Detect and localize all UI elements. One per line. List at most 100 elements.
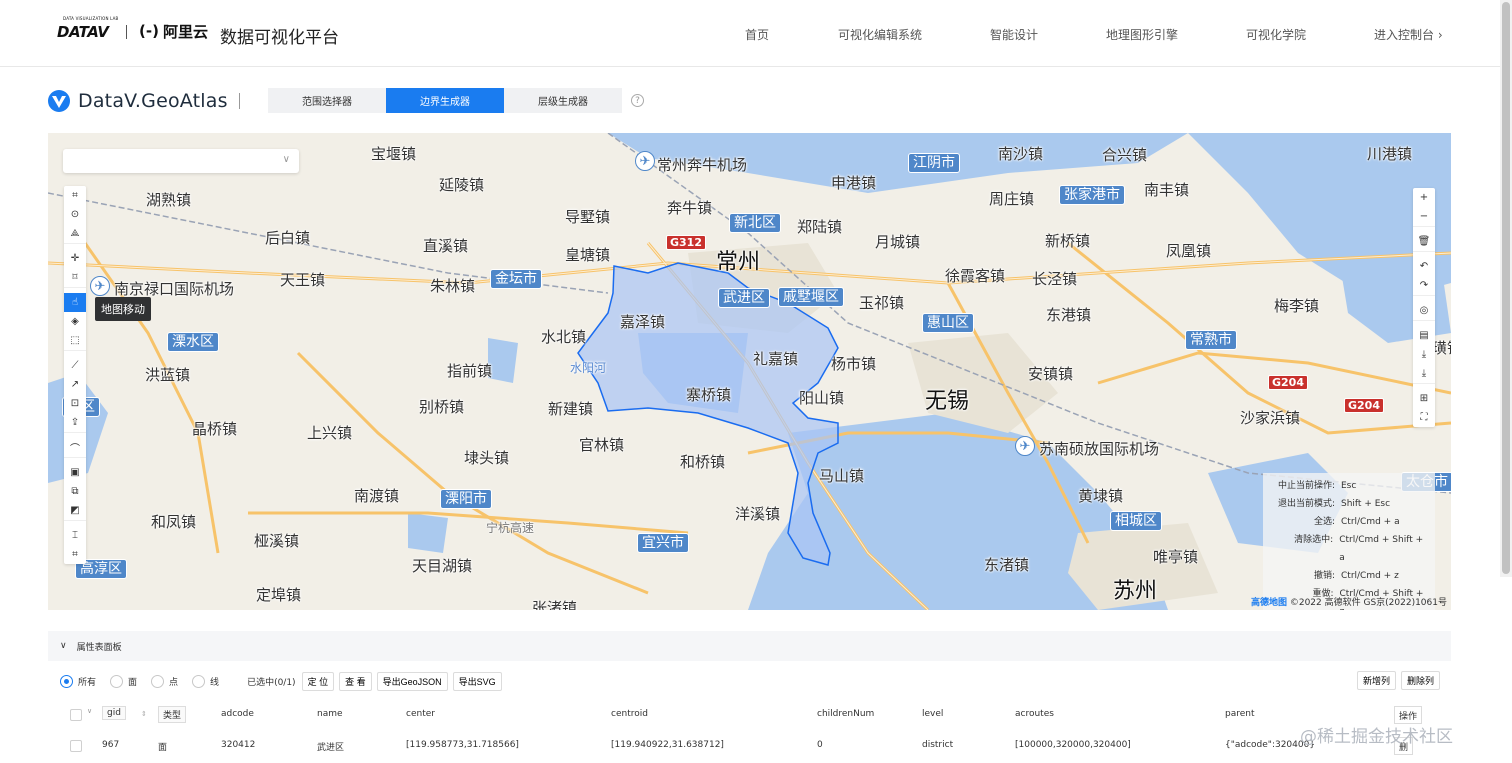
- sort-icon[interactable]: ⇕: [137, 709, 147, 719]
- column-header-adcode[interactable]: adcode: [221, 709, 254, 719]
- download-icon[interactable]: ⤓: [1413, 345, 1435, 364]
- row-checkbox[interactable]: [70, 740, 82, 752]
- zoom-in-icon[interactable]: +: [1413, 188, 1435, 207]
- chevron-down-icon[interactable]: ∨: [60, 641, 67, 651]
- column-header-level[interactable]: level: [922, 709, 943, 719]
- column-header-childrennum[interactable]: childrenNum: [817, 709, 874, 719]
- radio-line[interactable]: 线: [192, 674, 219, 688]
- export-geojson-button[interactable]: 导出GeoJSON: [376, 671, 448, 691]
- map-label: 申港镇: [831, 174, 877, 192]
- column-header-center[interactable]: center: [406, 709, 435, 719]
- tab-boundary-generator[interactable]: 边界生成器: [386, 88, 504, 113]
- cell-center: [119.958773,31.718566]: [406, 740, 519, 750]
- road-shield: G204: [1344, 398, 1384, 413]
- download-all-icon[interactable]: ⤓: [1413, 364, 1435, 383]
- select-rect-icon[interactable]: ⌗: [64, 186, 86, 205]
- map-label-highway: 宁杭高速: [486, 521, 535, 535]
- region-search-select[interactable]: ∨: [63, 149, 299, 173]
- nav-visual-editor[interactable]: 可视化编辑系统: [838, 26, 922, 43]
- upload-icon[interactable]: ⇪: [64, 413, 86, 432]
- add-column-button[interactable]: 新增列: [1356, 671, 1396, 690]
- map-badge: 惠山区: [922, 313, 974, 333]
- select-all-checkbox[interactable]: [70, 709, 82, 721]
- map-label: 定埠镇: [256, 586, 302, 604]
- draw-marker-icon[interactable]: ⌑: [64, 268, 86, 287]
- map-label: 洋溪镇: [735, 505, 781, 523]
- measure-icon[interactable]: ⊡: [64, 394, 86, 413]
- grid-icon[interactable]: ⊞: [1413, 389, 1435, 408]
- select-circle-icon[interactable]: ⊙: [64, 205, 86, 224]
- column-header-centroid[interactable]: centroid: [611, 709, 648, 719]
- view-button[interactable]: 查 看: [339, 671, 372, 691]
- help-icon[interactable]: ?: [631, 94, 644, 107]
- page-scrollbar[interactable]: [1500, 0, 1512, 577]
- cell-adcode: 320412: [221, 740, 256, 750]
- map-label-airport: 南京禄口国际机场: [114, 280, 235, 298]
- locate-button[interactable]: 定 位: [301, 671, 335, 691]
- union-icon[interactable]: ▣: [64, 463, 86, 482]
- airport-icon: ✈: [1015, 436, 1035, 456]
- draw-line-icon[interactable]: ⟋: [64, 356, 86, 375]
- column-header-acroutes[interactable]: acroutes: [1015, 709, 1054, 719]
- column-header-label: gid: [107, 708, 121, 718]
- map-label: 杨市镇: [831, 355, 877, 373]
- map-badge: 宜兴市: [637, 533, 689, 553]
- nav-academy[interactable]: 可视化学院: [1246, 26, 1306, 43]
- nav-geo-engine[interactable]: 地理图形引擎: [1106, 26, 1178, 43]
- undo-icon[interactable]: ↶: [1413, 257, 1435, 276]
- map-label: 洪蓝镇: [145, 366, 191, 384]
- tab-range-selector[interactable]: 范围选择器: [268, 88, 386, 113]
- file-icon[interactable]: ▤: [1413, 326, 1435, 345]
- chevron-down-icon[interactable]: ∨: [87, 707, 92, 715]
- delete-column-button[interactable]: 删除列: [1400, 671, 1440, 690]
- map-label: 宝堰镇: [371, 145, 417, 163]
- crop-icon[interactable]: ⌗: [64, 545, 86, 564]
- locate-icon[interactable]: ◎: [1413, 301, 1435, 320]
- nav-console[interactable]: 进入控制台 ›: [1374, 26, 1443, 43]
- column-header-parent[interactable]: parent: [1225, 709, 1255, 719]
- map-badge: 武进区: [718, 288, 770, 308]
- tab-level-generator[interactable]: 层级生成器: [504, 88, 622, 113]
- top-navbar: DATA VISUALIZATION LAB DATAV (-) 阿里云 数据可…: [0, 0, 1512, 67]
- radio-point[interactable]: 点: [151, 674, 178, 688]
- column-actions: 新增列 删除列: [1356, 671, 1440, 690]
- zoom-out-icon[interactable]: −: [1413, 207, 1435, 226]
- column-header-name[interactable]: name: [317, 709, 343, 719]
- export-svg-button[interactable]: 导出SVG: [452, 671, 502, 691]
- nav-smart-design[interactable]: 智能设计: [990, 26, 1038, 43]
- pan-hand-icon[interactable]: ☝: [64, 293, 86, 312]
- nav-home[interactable]: 首页: [745, 26, 769, 43]
- column-header-gid[interactable]: gid: [102, 706, 126, 720]
- radio-all[interactable]: 所有: [60, 674, 96, 688]
- cell-childrennum: 0: [817, 740, 823, 750]
- map-label: 阳山镇: [799, 389, 845, 407]
- header-divider: [239, 93, 240, 109]
- property-panel-title: 属性表面板: [76, 642, 122, 653]
- reshape-icon[interactable]: ⬚: [64, 331, 86, 350]
- map-label: 马山镇: [819, 467, 865, 485]
- select-polygon-icon[interactable]: ⟁: [64, 224, 86, 243]
- map-canvas[interactable]: 常州 无锡 苏州 宝堰镇 延陵镇 湖熟镇 后白镇 天王镇 导墅镇 奔牛镇 皇塘镇…: [48, 133, 1451, 610]
- difference-icon[interactable]: ◩: [64, 501, 86, 520]
- map-label: 新建镇: [548, 400, 594, 418]
- scrollbar-thumb[interactable]: [1502, 2, 1510, 574]
- intersect-icon[interactable]: ⧉: [64, 482, 86, 501]
- map-badge: 江阴市: [908, 153, 960, 173]
- column-header-type[interactable]: 类型: [158, 706, 187, 723]
- draw-point-icon[interactable]: ✛: [64, 249, 86, 268]
- redo-icon[interactable]: ↷: [1413, 276, 1435, 295]
- fullscreen-icon[interactable]: ⛶: [1413, 408, 1435, 427]
- split-icon[interactable]: ⌶: [64, 526, 86, 545]
- table-header: ∨ gid ⇕ 类型 adcode name center centroid c…: [60, 706, 1440, 726]
- trash-icon[interactable]: 🗑: [1413, 232, 1435, 251]
- property-panel-header[interactable]: ∨ 属性表面板: [48, 631, 1451, 661]
- shortcut-key: Ctrl/Cmd + a: [1341, 517, 1400, 527]
- draw-arrow-icon[interactable]: ↗: [64, 375, 86, 394]
- shortcut-label: 撤销:: [1313, 571, 1335, 581]
- radio-polygon[interactable]: 面: [110, 674, 137, 688]
- radio-dot: [192, 674, 206, 688]
- table-row[interactable]: 967 面 320412 武进区 [119.958773,31.718566] …: [60, 737, 1440, 757]
- fill-icon[interactable]: ◈: [64, 312, 86, 331]
- column-header-label: 类型: [163, 711, 182, 721]
- curve-icon[interactable]: ⌒: [64, 438, 86, 457]
